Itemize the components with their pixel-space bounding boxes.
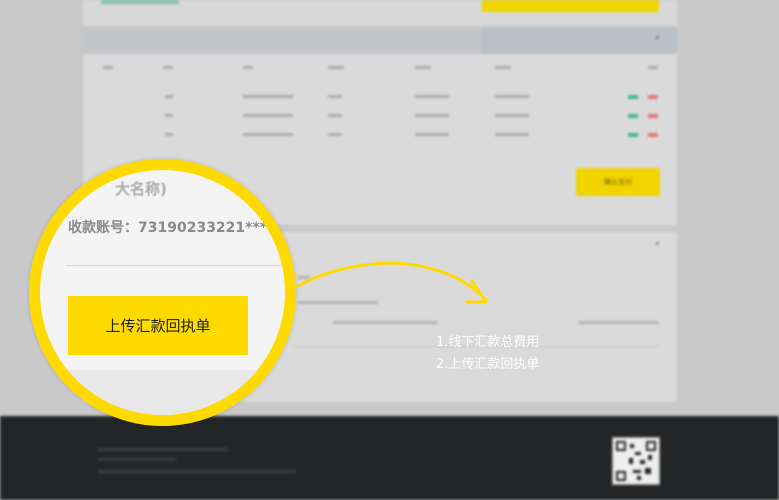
note-item: 1.线下汇款总费用 [436, 335, 540, 350]
instruction-notes: 1.线下汇款总费用 2.上传汇款回执单 [436, 332, 539, 376]
note-item: 2.上传汇款回执单 [436, 357, 540, 372]
curved-arrow-icon [296, 261, 488, 304]
screen: ▾ 确认支付 ▾ 大名称) 收款账号：73190233221**** 上传汇款回… [0, 0, 779, 500]
